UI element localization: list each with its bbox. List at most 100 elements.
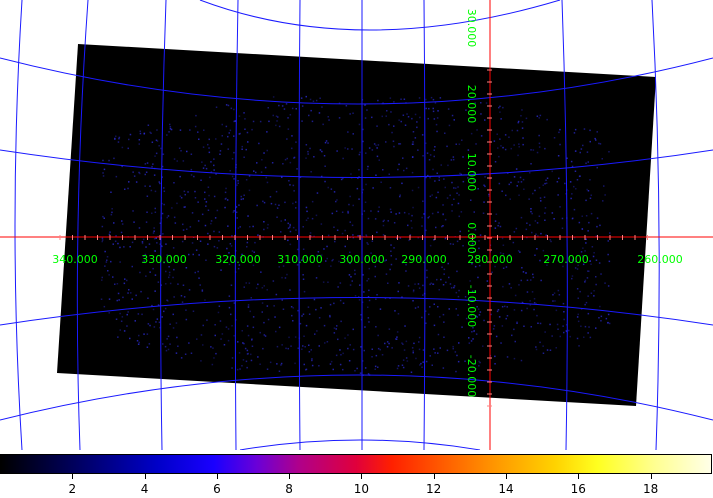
event-point <box>109 231 111 233</box>
event-point <box>233 108 235 111</box>
event-point <box>126 279 128 282</box>
colorbar[interactable] <box>0 454 712 474</box>
event-point <box>456 354 458 357</box>
event-point <box>309 98 312 101</box>
event-point <box>585 238 587 240</box>
event-point <box>329 316 331 318</box>
event-point <box>521 121 524 123</box>
event-point <box>151 141 154 143</box>
event-point <box>149 271 151 273</box>
event-point <box>215 352 217 355</box>
event-point <box>143 333 145 335</box>
event-point <box>414 113 417 116</box>
colorbar-tick <box>650 474 652 479</box>
event-point <box>247 334 250 337</box>
event-point <box>352 348 355 351</box>
event-point <box>450 159 453 161</box>
event-point <box>156 318 159 320</box>
event-point <box>208 194 210 197</box>
sky-image-canvas[interactable]: 340.000 330.000 320.000 310.000 300.000 290.0… <box>0 0 713 450</box>
event-point <box>536 248 538 250</box>
event-point <box>502 106 504 109</box>
event-point <box>457 202 460 205</box>
event-point <box>347 347 349 350</box>
event-point <box>377 210 380 213</box>
event-point <box>328 119 330 121</box>
event-point <box>451 181 453 184</box>
event-point <box>311 358 313 360</box>
event-point <box>509 198 511 200</box>
event-point <box>162 233 164 235</box>
event-point <box>563 318 565 321</box>
event-point <box>281 105 284 107</box>
event-point <box>385 141 387 143</box>
event-point <box>393 247 395 249</box>
event-point <box>530 210 532 213</box>
event-point <box>114 240 117 242</box>
event-point <box>581 228 583 230</box>
event-point <box>437 110 439 112</box>
event-point <box>385 259 387 261</box>
event-point <box>557 289 560 292</box>
event-point <box>483 319 485 322</box>
longitude-label: 270.000 <box>543 253 589 266</box>
event-point <box>151 212 153 214</box>
event-point <box>197 220 200 222</box>
event-point <box>259 120 262 123</box>
event-point <box>179 175 181 178</box>
event-point <box>276 363 278 365</box>
event-point <box>402 157 404 159</box>
event-point <box>128 181 130 183</box>
event-point <box>387 282 389 284</box>
event-point <box>114 137 116 140</box>
event-point <box>593 295 595 297</box>
event-point <box>411 227 413 229</box>
event-point <box>536 222 539 224</box>
event-point <box>604 194 606 196</box>
event-point <box>513 144 515 146</box>
event-point <box>498 316 501 318</box>
event-point <box>433 149 435 151</box>
event-point <box>163 203 165 206</box>
event-point <box>598 317 600 319</box>
event-point <box>161 316 163 318</box>
event-point <box>402 114 405 116</box>
event-point <box>417 283 420 285</box>
event-point <box>475 143 477 145</box>
event-point <box>595 259 598 261</box>
event-point <box>427 117 429 120</box>
event-point <box>397 313 400 315</box>
event-point <box>276 207 279 209</box>
event-point <box>315 214 318 217</box>
event-point <box>119 312 121 315</box>
event-point <box>562 325 564 327</box>
event-point <box>377 99 379 102</box>
event-point <box>310 171 312 173</box>
event-point <box>357 235 359 237</box>
event-point <box>291 147 293 150</box>
event-point <box>576 288 579 290</box>
event-point <box>289 184 291 186</box>
event-point <box>278 104 280 107</box>
image-viewer[interactable]: 340.000 330.000 320.000 310.000 300.000 290.0… <box>0 0 713 450</box>
event-point <box>305 157 307 159</box>
event-point <box>225 125 228 128</box>
event-point <box>288 336 290 339</box>
grid-lat-line <box>199 0 561 31</box>
event-point <box>561 227 564 229</box>
event-point <box>326 245 328 248</box>
event-point <box>276 216 278 218</box>
event-point <box>431 212 434 215</box>
event-point <box>554 300 556 302</box>
event-point <box>287 347 289 350</box>
event-point <box>458 342 460 344</box>
event-point <box>553 292 556 294</box>
event-point <box>501 190 503 192</box>
event-point <box>470 132 473 135</box>
event-point <box>274 316 276 318</box>
event-point <box>190 168 193 171</box>
colorbar-tick <box>433 474 435 479</box>
longitude-label: 300.000 <box>339 253 385 266</box>
event-point <box>559 128 561 131</box>
event-point <box>376 155 379 158</box>
